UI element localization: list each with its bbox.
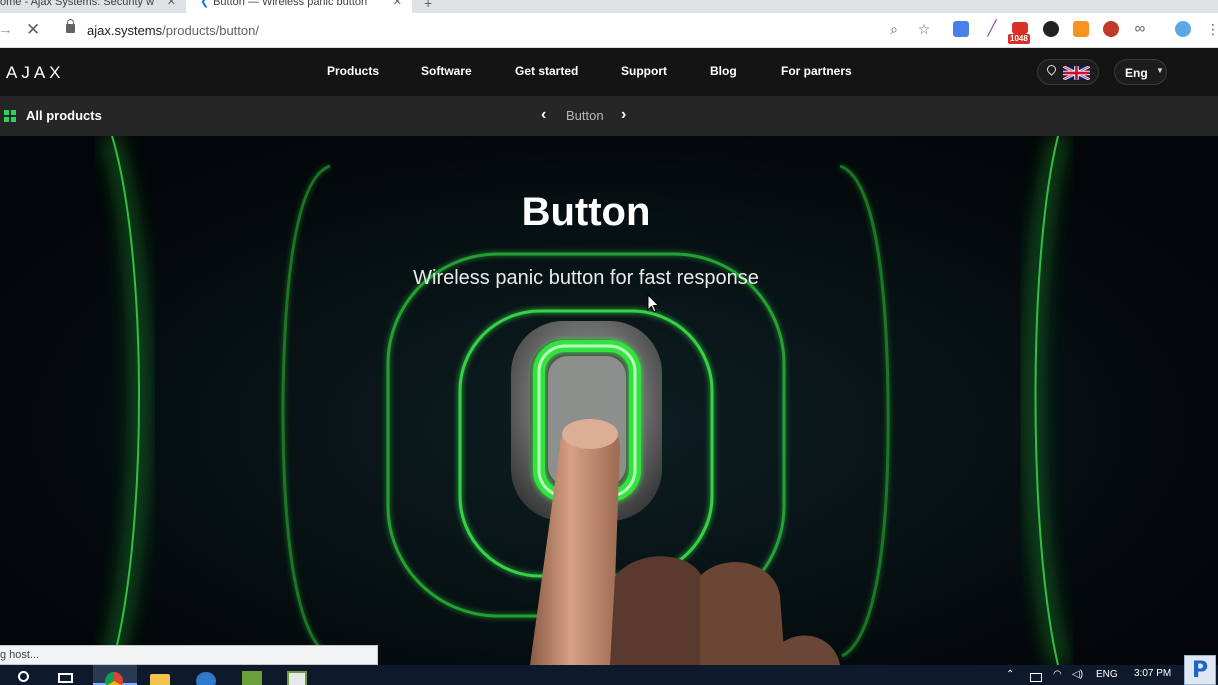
profile-avatar-icon[interactable] bbox=[1175, 21, 1191, 37]
dark-extension-icon[interactable] bbox=[1043, 21, 1059, 37]
file-explorer-icon[interactable] bbox=[150, 674, 170, 685]
grid-icon[interactable] bbox=[4, 110, 16, 122]
browser-tab-strip: ome - Ajax Systems: Security w ✕ ❮ Butto… bbox=[0, 0, 1218, 13]
nav-get-started[interactable]: Get started bbox=[515, 64, 578, 78]
language-label: Eng bbox=[1125, 66, 1148, 80]
close-tab-icon[interactable]: ✕ bbox=[393, 0, 402, 8]
site-header: AJAX Products Software Get started Suppo… bbox=[0, 48, 1218, 96]
current-product-label: Button bbox=[566, 108, 604, 123]
browser-toolbar: → ✕ ajax.systems/products/button/ ⌕ ☆ ╱ … bbox=[0, 13, 1218, 48]
pen-extension-icon[interactable]: ╱ bbox=[984, 21, 1000, 37]
nav-for-partners[interactable]: For partners bbox=[781, 64, 852, 78]
app-green-icon[interactable] bbox=[242, 671, 262, 685]
hero-banner: Button Wireless panic button for fast re… bbox=[0, 136, 1218, 665]
adblock-extension-icon[interactable] bbox=[1103, 21, 1119, 37]
previous-product-icon[interactable]: ‹ bbox=[541, 106, 546, 124]
hero-subtitle: Wireless panic button for fast response bbox=[413, 267, 759, 289]
infinity-extension-icon[interactable]: ∞ bbox=[1131, 20, 1149, 38]
product-subbar: All products ‹ Button › bbox=[0, 96, 1218, 136]
stop-loading-icon[interactable]: ✕ bbox=[26, 20, 40, 40]
lock-icon[interactable] bbox=[66, 19, 75, 33]
forward-icon[interactable]: → bbox=[0, 21, 13, 38]
volume-icon[interactable]: ◁) bbox=[1072, 669, 1083, 680]
chrome-icon[interactable] bbox=[105, 672, 123, 685]
hero-title: Button bbox=[521, 190, 651, 234]
ajax-logo[interactable]: AJAX bbox=[6, 63, 65, 83]
translate-extension-icon[interactable] bbox=[953, 21, 969, 37]
browser-tab-button[interactable]: ❮ Button — Wireless panic button ✕ bbox=[186, 0, 412, 13]
all-products-link[interactable]: All products bbox=[26, 108, 102, 123]
uk-flag-icon bbox=[1063, 66, 1090, 80]
browser-menu-icon[interactable]: ⋮ bbox=[1206, 20, 1218, 38]
browser-status-bubble: g host... bbox=[0, 645, 378, 665]
mouse-cursor-icon bbox=[647, 294, 660, 313]
rss-extension-icon[interactable] bbox=[1073, 21, 1089, 37]
mail-extension-icon[interactable] bbox=[1012, 22, 1028, 34]
language-selector[interactable]: Eng ▼ bbox=[1114, 59, 1167, 85]
screen: ome - Ajax Systems: Security w ✕ ❮ Butto… bbox=[0, 0, 1218, 685]
next-product-icon[interactable]: › bbox=[621, 106, 626, 124]
region-selector[interactable] bbox=[1037, 59, 1099, 85]
nav-software[interactable]: Software bbox=[421, 64, 472, 78]
overlay-app-p-icon[interactable]: P bbox=[1184, 655, 1216, 685]
browser-tab-home[interactable]: ome - Ajax Systems: Security w ✕ bbox=[0, 0, 186, 13]
url-host: ajax.systems bbox=[87, 23, 163, 38]
tab-title: Button — Wireless panic button bbox=[213, 0, 368, 8]
search-icon[interactable] bbox=[18, 671, 29, 682]
mail-count-badge: 1048 bbox=[1008, 34, 1030, 44]
task-view-icon[interactable] bbox=[58, 673, 73, 683]
tray-chevron-icon[interactable]: ⌃ bbox=[1006, 669, 1014, 680]
tab-title: ome - Ajax Systems: Security w bbox=[0, 0, 155, 8]
input-language[interactable]: ENG bbox=[1096, 669, 1118, 680]
nav-products[interactable]: Products bbox=[327, 64, 379, 78]
url-path: /products/button/ bbox=[162, 23, 259, 38]
zoom-icon[interactable]: ⌕ bbox=[885, 20, 903, 38]
ie-browser-icon[interactable] bbox=[196, 672, 216, 685]
nav-blog[interactable]: Blog bbox=[710, 64, 737, 78]
ajax-favicon-icon: ❮ bbox=[200, 0, 210, 8]
new-tab-icon[interactable]: + bbox=[424, 0, 432, 11]
wifi-icon[interactable]: ◠ bbox=[1053, 669, 1062, 680]
nav-support[interactable]: Support bbox=[621, 64, 667, 78]
chevron-down-icon: ▼ bbox=[1156, 66, 1164, 75]
bookmark-star-icon[interactable]: ☆ bbox=[915, 20, 933, 38]
app-notepad-icon[interactable] bbox=[287, 671, 307, 685]
tray-battery-icon[interactable] bbox=[1030, 673, 1042, 682]
system-clock[interactable]: 3:07 PM bbox=[1134, 668, 1171, 679]
close-tab-icon[interactable]: ✕ bbox=[167, 0, 176, 8]
windows-taskbar: ⌃ ◠ ◁) ENG 3:07 PM bbox=[0, 665, 1218, 685]
address-bar[interactable]: ajax.systems/products/button/ bbox=[87, 23, 259, 38]
location-pin-icon bbox=[1045, 63, 1058, 76]
